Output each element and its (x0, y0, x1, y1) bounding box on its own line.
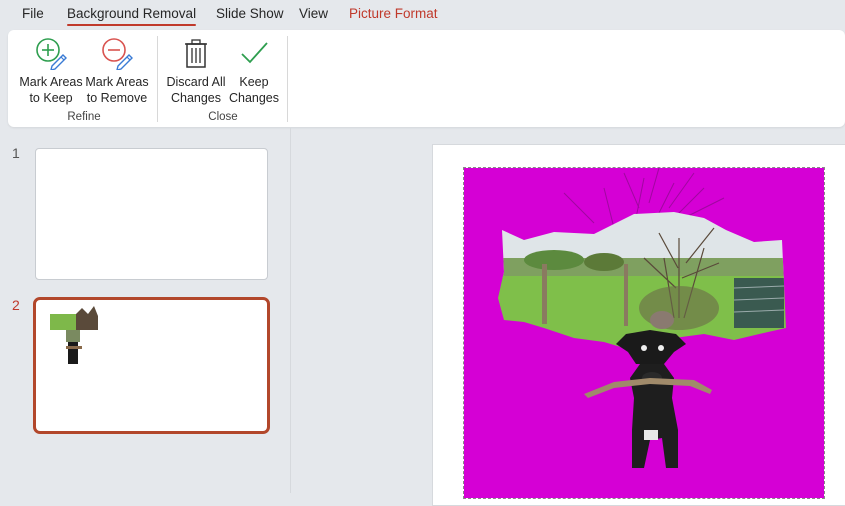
tab-file[interactable]: File (22, 6, 44, 21)
discard-label-line1: Discard All (166, 75, 226, 89)
tab-slide-show[interactable]: Slide Show (216, 6, 284, 21)
mark-remove-label-line1: Mark Areas (85, 75, 149, 89)
mark-keep-label: Mark Areas to Keep (19, 74, 82, 106)
mark-areas-to-keep-button[interactable]: Mark Areas to Keep (19, 34, 83, 106)
keep-changes-label: Keep Changes (229, 74, 279, 106)
ribbon-tab-bar: File Background Removal Slide Show View … (0, 0, 845, 30)
tab-picture-format[interactable]: Picture Format (349, 6, 438, 21)
slide-number-selected: 2 (12, 297, 20, 313)
mark-areas-to-remove-button[interactable]: Mark Areas to Remove (85, 34, 149, 106)
discard-label-line2: Changes (170, 91, 222, 105)
close-group-label: Close (208, 111, 238, 123)
tab-background-removal[interactable]: Background Removal (67, 6, 197, 26)
ribbon: Mark Areas to Keep Mark Areas to Remove … (8, 30, 845, 127)
minus-pencil-icon (102, 38, 133, 70)
keep-changes-label-line1: Keep (239, 75, 269, 89)
slide-thumbnail-2[interactable] (33, 297, 270, 434)
checkmark-icon (241, 42, 268, 64)
discard-label: Discard All Changes (166, 74, 225, 106)
thumbnail-picture (50, 306, 98, 364)
discard-all-changes-button[interactable]: Discard All Changes (165, 34, 227, 106)
keep-changes-button[interactable]: Keep Changes (223, 34, 285, 106)
ribbon-separator (157, 36, 158, 122)
mark-keep-label-line2: to Keep (29, 91, 73, 105)
background-removal-picture[interactable] (463, 167, 825, 499)
trash-icon (185, 39, 207, 68)
mark-remove-label-line2: to Remove (86, 91, 148, 105)
mark-keep-label-line1: Mark Areas (19, 75, 83, 89)
keep-changes-label-line2: Changes (228, 91, 280, 105)
mark-remove-label: Mark Areas to Remove (85, 74, 148, 106)
tab-view[interactable]: View (299, 6, 328, 21)
slide-number: 1 (12, 145, 20, 161)
slide-thumbnail-1[interactable] (35, 148, 268, 280)
plus-pencil-icon (36, 38, 67, 70)
refine-group-label: Refine (67, 111, 101, 123)
ribbon-separator (287, 36, 288, 122)
pane-divider (290, 128, 291, 493)
